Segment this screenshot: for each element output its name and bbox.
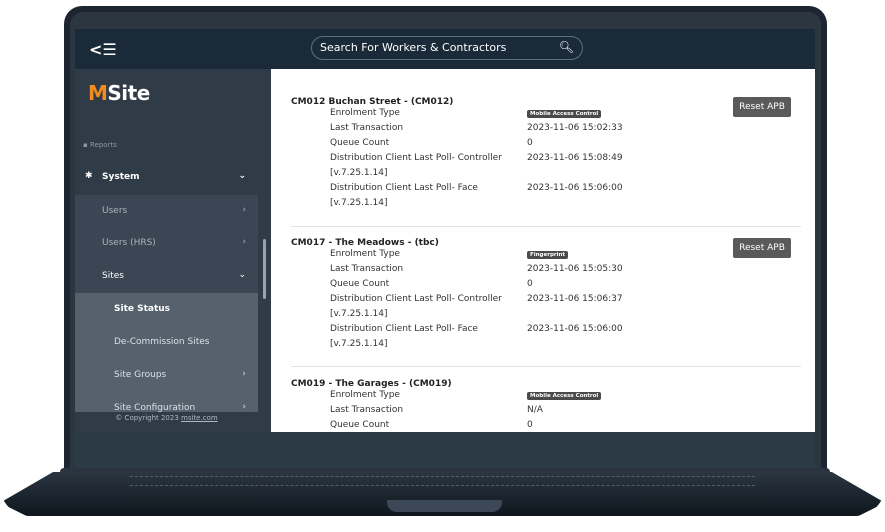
menu-toggle-button[interactable]: <☰ (89, 40, 117, 59)
site-card: CM019 - The Garages - (CM019) Enrolment … (291, 379, 811, 432)
msite-logo[interactable]: MSite (88, 81, 150, 105)
sidebar-item-label: System (102, 172, 140, 182)
chevron-right-icon: › (242, 369, 246, 379)
enrolment-type-badge: Fingerprint (527, 251, 569, 259)
sidebar-item-sites[interactable]: Sites ⌄ (75, 260, 258, 293)
laptop-notch (387, 500, 502, 512)
app-screen: <☰ Search For Workers & Contractors 🔍︎ M… (75, 29, 815, 432)
sidebar-item-site-groups[interactable]: Site Groups › (75, 359, 258, 392)
gear-icon: ✱ (85, 171, 93, 181)
search-input[interactable]: Search For Workers & Contractors (320, 41, 506, 54)
sidebar: MSite ▪ Reports ✱ System ⌄ Users › Users … (75, 69, 271, 432)
top-bar: <☰ Search For Workers & Contractors 🔍︎ (75, 29, 815, 69)
back-chevron-icon: < (89, 40, 103, 59)
chevron-down-icon: ⌄ (238, 270, 246, 280)
hamburger-icon: ☰ (102, 40, 117, 59)
sidebar-item-users-hrs[interactable]: Users (HRS) › (75, 227, 258, 260)
sidebar-item-users[interactable]: Users › (75, 195, 258, 228)
reset-apb-button[interactable]: Reset APB (733, 238, 791, 258)
enrolment-type-badge: Mobile Access Control (527, 392, 602, 400)
chevron-right-icon: › (242, 205, 246, 215)
reset-apb-button[interactable]: Reset APB (733, 97, 791, 117)
card-divider (291, 226, 801, 227)
site-status-list: CM012 Buchan Street - (CM012) Enrolment … (271, 69, 815, 432)
chevron-right-icon: › (242, 402, 246, 412)
search-icon[interactable]: 🔍︎ (559, 40, 574, 54)
sidebar-item-reports[interactable]: ▪ Reports (83, 141, 117, 149)
site-title: CM019 - The Garages - (CM019) (291, 379, 452, 389)
msite-link[interactable]: msite.com (181, 414, 218, 422)
laptop-mockup: <☰ Search For Workers & Contractors 🔍︎ M… (0, 0, 885, 532)
chevron-right-icon: › (242, 237, 246, 247)
sidebar-scrollbar[interactable] (263, 239, 266, 299)
card-divider (291, 366, 801, 367)
enrolment-type-badge: Mobile Access Control (527, 110, 602, 118)
search-box[interactable]: Search For Workers & Contractors 🔍︎ (311, 36, 583, 60)
sidebar-item-site-status[interactable]: Site Status (75, 293, 258, 326)
sidebar-item-system[interactable]: ✱ System ⌄ (75, 161, 258, 194)
sidebar-item-decommission-sites[interactable]: De-Commission Sites (75, 326, 258, 359)
copyright-footer: © Copyright 2023 msite.com (75, 412, 258, 432)
keyboard-edge (130, 476, 755, 486)
chevron-down-icon: ⌄ (238, 171, 246, 181)
